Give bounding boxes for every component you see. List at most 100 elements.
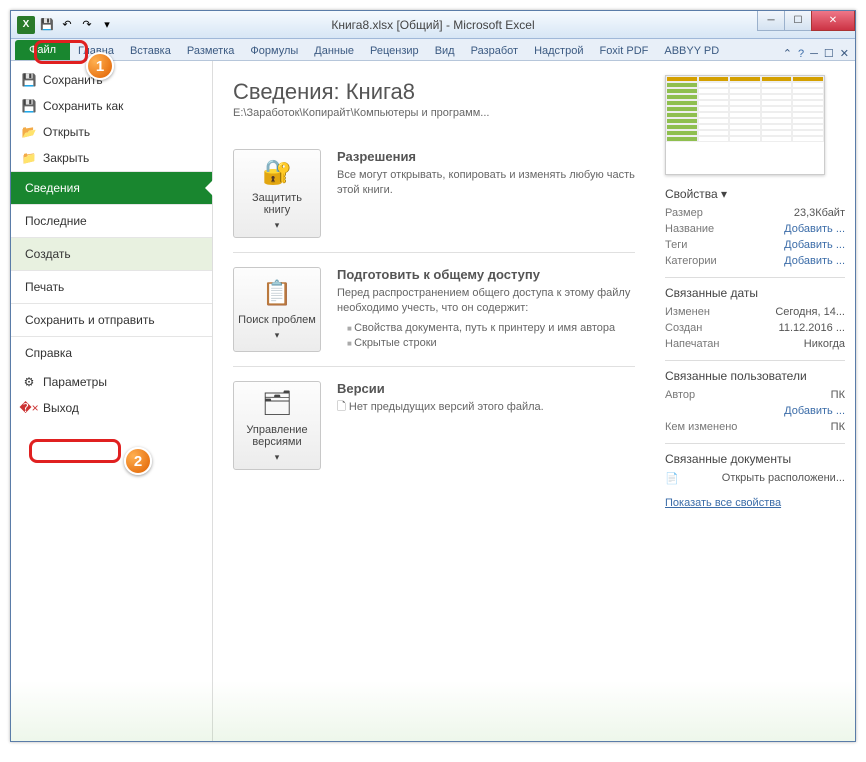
doc-minimize-icon[interactable]: ─ [810, 48, 818, 60]
excel-logo-icon: X [17, 16, 35, 34]
nav-sendshare[interactable]: Сохранить и отправить [11, 303, 212, 336]
prop-name-val[interactable]: Добавить ... [784, 223, 845, 235]
prop-author-val: ПК [831, 389, 845, 401]
check-issues-button[interactable]: 📋 Поиск проблем ▾ [233, 267, 321, 352]
prop-tags-key: Теги [665, 239, 687, 251]
doc-restore-icon[interactable]: ☐ [824, 47, 834, 60]
nav-recent[interactable]: Последние [11, 204, 212, 237]
lock-key-icon: 🔐 [261, 156, 293, 188]
ribbon-minimize-icon[interactable]: ⌃ [783, 47, 792, 60]
nav-open-label: Открыть [43, 125, 90, 139]
nav-saveas[interactable]: 💾Сохранить как [11, 93, 212, 119]
tab-insert[interactable]: Вставка [122, 42, 179, 60]
prop-created-val: 11.12.2016 ... [779, 322, 845, 334]
tab-abbyy[interactable]: ABBYY PD [656, 42, 727, 60]
prepare-item-1: Свойства документа, путь к принтеру и им… [347, 321, 635, 336]
prop-mod-key: Изменен [665, 306, 710, 318]
manage-versions-button[interactable]: 🗂 Управление версиями ▾ [233, 381, 321, 470]
nav-exit[interactable]: �×Выход [11, 395, 212, 421]
options-icon: ⚙ [21, 374, 37, 390]
prop-printed-key: Напечатан [665, 338, 719, 350]
prop-tags-val[interactable]: Добавить ... [784, 239, 845, 251]
nav-close[interactable]: 📁 Закрыть [11, 145, 212, 171]
close-folder-icon: 📁 [21, 150, 37, 166]
nav-close-label: Закрыть [43, 151, 89, 165]
tab-layout[interactable]: Разметка [179, 42, 243, 60]
nav-saveas-label: Сохранить как [43, 99, 123, 113]
permissions-title: Разрешения [337, 149, 635, 164]
properties-panel: Свойства ▾ Размер 23,3Кбайт Название Добав… [655, 61, 855, 741]
prepare-text: Перед распространением общего доступа к … [337, 286, 635, 352]
nav-help[interactable]: Справка [11, 336, 212, 369]
nav-print[interactable]: Печать [11, 270, 212, 303]
versions-text: 🗋 Нет предыдущих версий этого файла. [337, 400, 635, 415]
tab-data[interactable]: Данные [306, 42, 362, 60]
prop-changedby-val: ПК [831, 421, 845, 433]
prop-size-val: 23,3Кбайт [794, 207, 845, 219]
window-title: Книга8.xlsx [Общий] - Microsoft Excel [331, 18, 534, 32]
prop-name-key: Название [665, 223, 714, 235]
section-prepare: 📋 Поиск проблем ▾ Подготовить к общему д… [233, 253, 635, 367]
nav-exit-label: Выход [43, 401, 79, 415]
prop-author-key: Автор [665, 389, 695, 401]
versions-title: Версии [337, 381, 635, 396]
versions-icon: 🗂 [261, 388, 293, 420]
tab-addins[interactable]: Надстрой [526, 42, 591, 60]
qat-save-icon[interactable]: 💾 [39, 17, 55, 33]
versions-btn-label: Управление версиями [238, 424, 316, 448]
save-icon: 💾 [21, 72, 37, 88]
annotation-badge-1: 1 [86, 52, 114, 80]
permissions-text: Все могут открывать, копировать и изменя… [337, 168, 635, 199]
tab-developer[interactable]: Разработ [463, 42, 526, 60]
prop-cat-key: Категории [665, 255, 717, 267]
quick-access-toolbar: X 💾 ↶ ↷ ▾ [11, 16, 115, 34]
ribbon-tabs: Файл Главна Вставка Разметка Формулы Дан… [11, 39, 855, 61]
nav-new[interactable]: Создать [11, 237, 212, 270]
nav-info[interactable]: Сведения [11, 171, 212, 204]
title-bar: X 💾 ↶ ↷ ▾ Книга8.xlsx [Общий] - Microsof… [11, 11, 855, 39]
prepare-title: Подготовить к общему доступу [337, 267, 635, 282]
file-path: E:\Заработок\Копирайт\Компьютеры и прогр… [233, 107, 635, 119]
qat-customize-icon[interactable]: ▾ [99, 17, 115, 33]
nav-open[interactable]: 📂 Открыть [11, 119, 212, 145]
prepare-item-2: Скрытые строки [347, 336, 635, 351]
related-docs-heading: Связанные документы [665, 452, 845, 466]
qat-undo-icon[interactable]: ↶ [59, 17, 75, 33]
document-thumbnail[interactable] [665, 75, 825, 175]
nav-options-label: Параметры [43, 375, 107, 389]
prop-printed-val: Никогда [804, 338, 845, 350]
open-icon: 📂 [21, 124, 37, 140]
related-users-heading: Связанные пользователи [665, 369, 845, 383]
add-author-link[interactable]: Добавить ... [784, 405, 845, 417]
nav-options[interactable]: ⚙ Параметры [11, 369, 212, 395]
info-heading: Сведения: Книга8 [233, 79, 635, 105]
qat-redo-icon[interactable]: ↷ [79, 17, 95, 33]
close-button[interactable]: ✕ [811, 11, 855, 31]
tab-file[interactable]: Файл [15, 40, 70, 60]
prop-cat-val[interactable]: Добавить ... [784, 255, 845, 267]
tab-review[interactable]: Рецензир [362, 42, 427, 60]
section-versions: 🗂 Управление версиями ▾ Версии 🗋 Нет пре… [233, 367, 635, 484]
related-dates-heading: Связанные даты [665, 286, 845, 300]
prop-changedby-key: Кем изменено [665, 421, 737, 433]
info-content: Сведения: Книга8 E:\Заработок\Копирайт\К… [213, 61, 655, 741]
prop-size-key: Размер [665, 207, 703, 219]
doc-close-icon[interactable]: ✕ [840, 47, 849, 60]
section-permissions: 🔐 Защитить книгу ▾ Разрешения Все могут … [233, 135, 635, 253]
checklist-icon: 📋 [261, 278, 293, 310]
open-location-link[interactable]: 📄 Открыть расположени... [665, 470, 845, 487]
protect-workbook-button[interactable]: 🔐 Защитить книгу ▾ [233, 149, 321, 238]
prop-mod-val: Сегодня, 14... [775, 306, 845, 318]
minimize-button[interactable]: ─ [757, 11, 785, 31]
tab-view[interactable]: Вид [427, 42, 463, 60]
check-btn-label: Поиск проблем [238, 314, 316, 326]
properties-heading[interactable]: Свойства ▾ [665, 187, 845, 201]
tab-foxit[interactable]: Foxit PDF [591, 42, 656, 60]
prop-created-key: Создан [665, 322, 702, 334]
annotation-badge-2: 2 [124, 447, 152, 475]
protect-btn-label: Защитить книгу [238, 192, 316, 216]
help-icon[interactable]: ? [798, 48, 804, 60]
tab-formulas[interactable]: Формулы [242, 42, 306, 60]
maximize-button[interactable]: ☐ [784, 11, 812, 31]
show-all-props-link[interactable]: Показать все свойства [665, 497, 845, 509]
